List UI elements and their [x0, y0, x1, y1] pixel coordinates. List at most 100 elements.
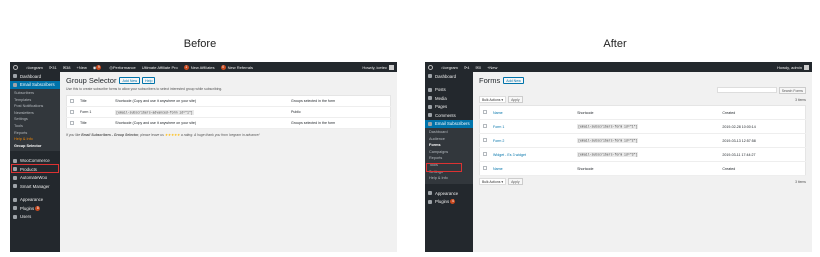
- add-new-button[interactable]: Add New: [503, 77, 524, 84]
- admin-sidebar: Dashboard Posts Media Pages Comments Ema…: [425, 72, 473, 252]
- footer-column-title: Title: [77, 117, 113, 129]
- plugins-update-badge: 4: [450, 199, 456, 204]
- row-shortcode[interactable]: [email-subscribers-advanced-form id="1"]: [115, 109, 194, 115]
- submenu-newsletters[interactable]: Newsletters: [10, 110, 60, 117]
- bulk-actions-select-bottom[interactable]: Bulk Actions ▾: [479, 178, 507, 185]
- row-groups: Public: [287, 106, 391, 118]
- sidebar-item-plugins[interactable]: Plugins 4: [425, 197, 473, 206]
- affiliate-pro-link[interactable]: Ultimate Affiliate Pro: [142, 65, 178, 70]
- sidebar-item-smart-manager[interactable]: Smart Manager: [10, 182, 60, 191]
- comments-link[interactable]: ✉ 0: [475, 65, 481, 70]
- row-checkbox[interactable]: [483, 152, 487, 156]
- bulk-actions-select[interactable]: Bulk Actions ▾: [479, 96, 507, 103]
- search-input[interactable]: [716, 87, 777, 93]
- submenu-reports[interactable]: Reports: [425, 155, 473, 162]
- sidebar-item-automatewoo[interactable]: AutomateWoo: [10, 173, 60, 182]
- search-forms-button[interactable]: Search Forms: [778, 87, 806, 94]
- apply-button[interactable]: Apply: [508, 96, 523, 103]
- pages-icon: [428, 104, 432, 109]
- new-content-link[interactable]: + New: [77, 65, 87, 70]
- table-row: Form 2 [email-subscribers-form id="2"] 2…: [479, 133, 806, 148]
- column-title: Title: [77, 95, 113, 107]
- row-name[interactable]: Widget - Es 3 widget: [490, 147, 575, 162]
- smart-manager-icon: [13, 184, 17, 189]
- updates-link[interactable]: ⟳ 4: [464, 65, 470, 70]
- row-name[interactable]: Form 2: [490, 133, 575, 148]
- sidebar-item-appearance[interactable]: Appearance: [425, 189, 473, 198]
- wordpress-logo[interactable]: [13, 64, 20, 70]
- row-name[interactable]: Form 1: [490, 119, 575, 134]
- account-menu[interactable]: Howdy, icetec: [362, 64, 394, 70]
- select-all-checkbox-footer[interactable]: [70, 120, 74, 125]
- before-caption: Before: [183, 38, 217, 50]
- row-created: 2019-02-28 10:00:14: [719, 119, 806, 134]
- select-all-checkbox[interactable]: [70, 98, 74, 103]
- submenu-help-info[interactable]: Help & Info: [10, 136, 60, 143]
- submenu-forms[interactable]: Forms: [425, 142, 473, 149]
- performance-link[interactable]: ◎ Performance: [109, 65, 135, 70]
- site-name-link[interactable]: ⌂ Icegram: [26, 65, 43, 70]
- select-all-checkbox-footer[interactable]: [483, 166, 487, 170]
- add-new-button[interactable]: Add New: [119, 77, 141, 84]
- submenu-dashboard[interactable]: Dashboard: [425, 129, 473, 136]
- select-all-checkbox[interactable]: [483, 110, 487, 114]
- submenu-tools[interactable]: Tools: [10, 123, 60, 130]
- footer-column-name[interactable]: Name: [490, 161, 575, 176]
- sidebar-item-dashboard[interactable]: Dashboard: [10, 72, 60, 81]
- automatewoo-icon: [13, 175, 17, 180]
- forms-highlight: [426, 163, 462, 172]
- table-footer: Name Shortcode Created: [479, 161, 806, 176]
- plugins-update-badge: 8: [35, 205, 41, 211]
- sidebar-item-email-subscribers[interactable]: Email Subscribers: [10, 80, 60, 89]
- submenu-templates[interactable]: Templates: [10, 97, 60, 104]
- new-content-link[interactable]: + New: [487, 65, 497, 70]
- row-shortcode[interactable]: [email-subscribers-form id="2"]: [577, 138, 639, 143]
- submenu-help-info[interactable]: Help & Info: [425, 175, 473, 182]
- footer-column-created[interactable]: Created: [719, 161, 806, 176]
- row-checkbox[interactable]: [70, 109, 74, 114]
- row-checkbox[interactable]: [483, 124, 487, 128]
- row-checkbox[interactable]: [483, 138, 487, 142]
- sidebar-item-dashboard[interactable]: Dashboard: [425, 72, 473, 81]
- table-header: Name Shortcode Created: [479, 105, 806, 120]
- sidebar-item-appearance[interactable]: Appearance: [10, 195, 60, 204]
- submenu-settings[interactable]: Settings: [10, 116, 60, 123]
- page-description: Use this to create subscribe forms to al…: [66, 87, 223, 91]
- plugins-icon: [13, 206, 17, 211]
- submenu-subscribers[interactable]: Subscribers: [10, 90, 60, 97]
- bulk-actions-bottom: Bulk Actions ▾ Apply 3 items: [479, 178, 806, 185]
- new-affiliates-link[interactable]: 1 New Affiliates: [183, 64, 215, 70]
- dashboard-icon: [13, 74, 17, 79]
- submenu-campaigns[interactable]: Campaigns: [425, 149, 473, 156]
- column-created[interactable]: Created: [719, 105, 806, 120]
- account-menu[interactable]: Howdy, admin: [777, 64, 809, 70]
- submenu-reports[interactable]: Reports: [10, 130, 60, 137]
- row-title[interactable]: Form 1: [77, 106, 113, 118]
- sidebar-item-pages[interactable]: Pages: [425, 103, 473, 112]
- sidebar-item-comments[interactable]: Comments: [425, 111, 473, 120]
- submenu-group-selector[interactable]: Group Selector: [10, 143, 60, 150]
- submenu-audience[interactable]: Audience: [425, 136, 473, 143]
- row-shortcode[interactable]: [email-subscribers-form id="3"]: [577, 152, 639, 157]
- new-referrals-link[interactable]: 0 New Referrals: [220, 64, 253, 70]
- help-button[interactable]: Help: [142, 77, 156, 84]
- rating-stars-link[interactable]: ★★★★★: [165, 133, 180, 137]
- column-name[interactable]: Name: [490, 105, 575, 120]
- sidebar-item-posts[interactable]: Posts: [425, 86, 473, 95]
- updates-link[interactable]: ⟳ 31: [49, 65, 57, 70]
- submenu-post-notifications[interactable]: Post Notifications: [10, 103, 60, 110]
- notification-badge-link[interactable]: ◉ 9: [93, 64, 104, 70]
- avatar: [389, 64, 394, 70]
- row-shortcode[interactable]: [email-subscribers-form id="1"]: [577, 124, 639, 129]
- main-content: Forms Add New Search Forms Bulk Actions …: [473, 72, 812, 252]
- site-name-link[interactable]: ⌂ Icegram: [441, 65, 458, 70]
- wordpress-logo[interactable]: [428, 64, 435, 70]
- comments-link[interactable]: ✉ 38: [63, 65, 71, 70]
- appearance-icon: [428, 191, 432, 195]
- apply-button-bottom[interactable]: Apply: [508, 178, 523, 185]
- sidebar-item-email-subscribers[interactable]: Email Subscribers: [425, 119, 473, 128]
- sidebar-item-media[interactable]: Media: [425, 94, 473, 103]
- dashboard-icon: [428, 74, 432, 79]
- sidebar-item-users[interactable]: Users: [10, 212, 60, 221]
- sidebar-item-plugins[interactable]: Plugins 8: [10, 204, 60, 213]
